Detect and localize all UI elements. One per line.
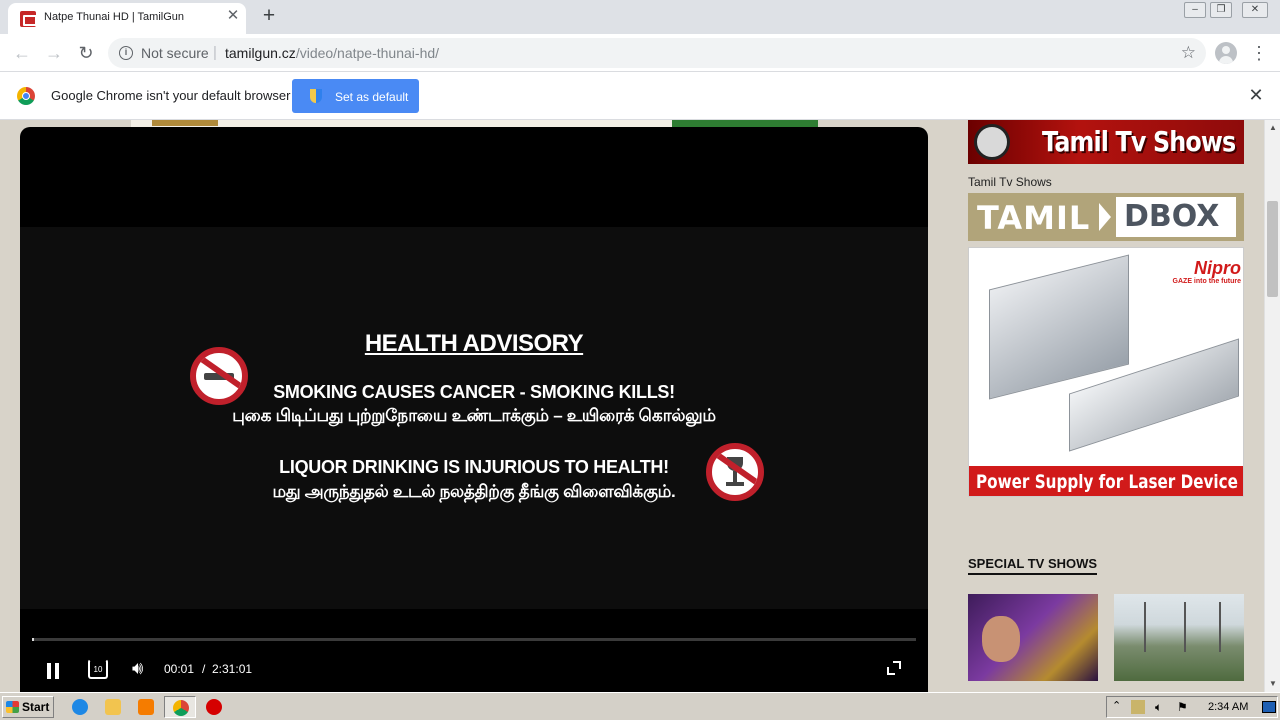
page-scrollbar[interactable]: ▲ ▼	[1264, 120, 1280, 692]
special-tv-shows-heading: SPECIAL TV SHOWS	[968, 556, 1098, 575]
fullscreen-icon[interactable]	[887, 661, 901, 675]
security-label[interactable]: Not secure	[141, 45, 209, 61]
chrome-icon	[173, 700, 189, 716]
windows-taskbar: Start ⌃ 🔈︎ ⚑ 2:34 AM	[0, 692, 1280, 720]
scroll-up-arrow-icon[interactable]: ▲	[1265, 120, 1280, 136]
ad-caption: Power Supply for Laser Device	[976, 471, 1238, 493]
tray-expand-icon[interactable]: ⌃	[1112, 699, 1121, 712]
ad-tagline: GAZE into the future	[1172, 278, 1241, 285]
show-desktop-icon[interactable]	[1262, 701, 1276, 713]
banner-title: Tamil Tv Shows	[1042, 125, 1236, 158]
browser-toolbar: ← → ↻ i Not secure | tamilgun.cz/video/n…	[0, 34, 1280, 72]
folder-icon[interactable]	[105, 699, 121, 715]
dbox-left-text: TAMIL	[977, 199, 1091, 237]
seek-bar-played	[32, 638, 34, 641]
no-smoking-icon	[190, 347, 248, 405]
dbox-right-text: DBOX	[1124, 199, 1220, 234]
seek-bar[interactable]	[32, 638, 916, 641]
scroll-thumb[interactable]	[1267, 201, 1278, 297]
browser-tab[interactable]: Natpe Thunai HD | TamilGun ✕	[8, 3, 246, 34]
top-ad-button[interactable]	[672, 120, 818, 127]
infobar-message: Google Chrome isn't your default browser	[51, 88, 291, 103]
url-separator: |	[213, 44, 217, 61]
total-time: 2:31:01	[212, 662, 253, 676]
media-player-icon[interactable]	[138, 699, 154, 715]
page-content: HEALTH ADVISORY SMOKING CAUSES CANCER - …	[0, 120, 1264, 692]
site-favicon-icon	[20, 11, 37, 27]
default-browser-infobar: Google Chrome isn't your default browser…	[0, 72, 1280, 120]
address-bar[interactable]: i Not secure | tamilgun.cz/video/natpe-t…	[108, 38, 1206, 68]
ad-caption-strip: Power Supply for Laser Device	[969, 466, 1243, 496]
minimize-window-button[interactable]: –	[1184, 2, 1206, 18]
profile-avatar-icon[interactable]	[1215, 42, 1237, 64]
stop-icon[interactable]	[206, 699, 222, 715]
current-time: 00:01	[164, 662, 195, 676]
play-arrow-icon	[1099, 203, 1111, 231]
reload-button[interactable]: ↻	[74, 41, 98, 65]
chrome-menu-icon[interactable]: ⋮	[1250, 41, 1268, 65]
windows-logo-icon	[6, 701, 19, 713]
start-button[interactable]: Start	[2, 696, 54, 718]
close-window-button[interactable]: ✕	[1242, 2, 1268, 18]
tv-shows-link[interactable]: Tamil Tv Shows	[968, 175, 1052, 189]
chrome-logo-icon	[17, 87, 35, 105]
advisory-smoking-tamil: புகை பிடிப்பது புற்றுநோயை உண்டாக்கும் – …	[232, 406, 716, 425]
volume-tray-icon[interactable]: 🔈︎	[1155, 700, 1169, 714]
set-as-default-button[interactable]: Set as default	[292, 79, 419, 113]
advisory-smoking-english: SMOKING CAUSES CANCER - SMOKING KILLS!	[273, 382, 675, 402]
chrome-taskbar-button[interactable]	[164, 696, 196, 718]
url-text[interactable]: tamilgun.cz/video/natpe-thunai-hd/	[225, 45, 439, 61]
ad-brand: Nipro	[1194, 258, 1241, 278]
new-tab-button[interactable]: +	[258, 5, 280, 28]
start-label: Start	[22, 700, 50, 714]
advisory-liquor-english: LIQUOR DRINKING IS INJURIOUS TO HEALTH!	[279, 457, 669, 477]
tamil-tv-shows-banner[interactable]: Tamil Tv Shows	[968, 120, 1244, 164]
no-drinking-icon	[706, 443, 764, 501]
flag-icon[interactable]: ⚑	[1177, 700, 1191, 714]
bookmark-star-icon[interactable]: ☆	[1181, 43, 1196, 63]
show-thumbnail[interactable]	[1114, 594, 1244, 681]
url-host: tamilgun.cz	[225, 45, 296, 61]
url-path: /video/natpe-thunai-hd/	[295, 45, 440, 61]
replay-10-icon[interactable]: 10	[88, 659, 108, 679]
back-button[interactable]: ←	[10, 41, 34, 65]
network-icon[interactable]	[1131, 700, 1145, 714]
info-icon[interactable]: i	[119, 46, 133, 60]
sidebar-advertisement[interactable]: Nipro GAZE into the future Power Supply …	[968, 247, 1244, 497]
internet-explorer-icon[interactable]	[72, 699, 88, 715]
uac-shield-icon	[310, 89, 322, 103]
advisory-liquor-tamil: மது அருந்துதல் உடல் நலத்திற்கு தீங்கு வி…	[272, 482, 676, 501]
film-reel-icon	[974, 124, 1010, 160]
dbox-label-box: DBOX	[1116, 197, 1236, 237]
scroll-down-arrow-icon[interactable]: ▼	[1265, 676, 1280, 692]
forward-button[interactable]: →	[42, 41, 66, 65]
tab-strip: Natpe Thunai HD | TamilGun ✕ + – ❐ ✕	[0, 0, 1280, 34]
system-clock[interactable]: 2:34 AM	[1208, 701, 1248, 713]
time-separator: /	[202, 662, 206, 676]
tab-title: Natpe Thunai HD | TamilGun	[44, 11, 185, 23]
system-tray: ⌃ 🔈︎ ⚑ 2:34 AM	[1106, 696, 1278, 718]
infobar-close-icon[interactable]: ✕	[1247, 86, 1265, 104]
pause-icon[interactable]	[46, 663, 60, 679]
tamil-dbox-banner[interactable]: TAMIL DBOX	[968, 193, 1244, 241]
tab-close-icon[interactable]: ✕	[225, 8, 241, 24]
advisory-title: HEALTH ADVISORY	[364, 330, 584, 357]
show-thumbnail[interactable]	[968, 594, 1098, 681]
restore-window-button[interactable]: ❐	[1210, 2, 1232, 18]
volume-icon[interactable]: 🔊︎	[132, 658, 143, 679]
power-supply-image	[989, 254, 1129, 400]
top-ad-graphic	[152, 120, 218, 126]
video-player[interactable]: HEALTH ADVISORY SMOKING CAUSES CANCER - …	[20, 127, 928, 692]
set-as-default-label: Set as default	[335, 90, 409, 104]
